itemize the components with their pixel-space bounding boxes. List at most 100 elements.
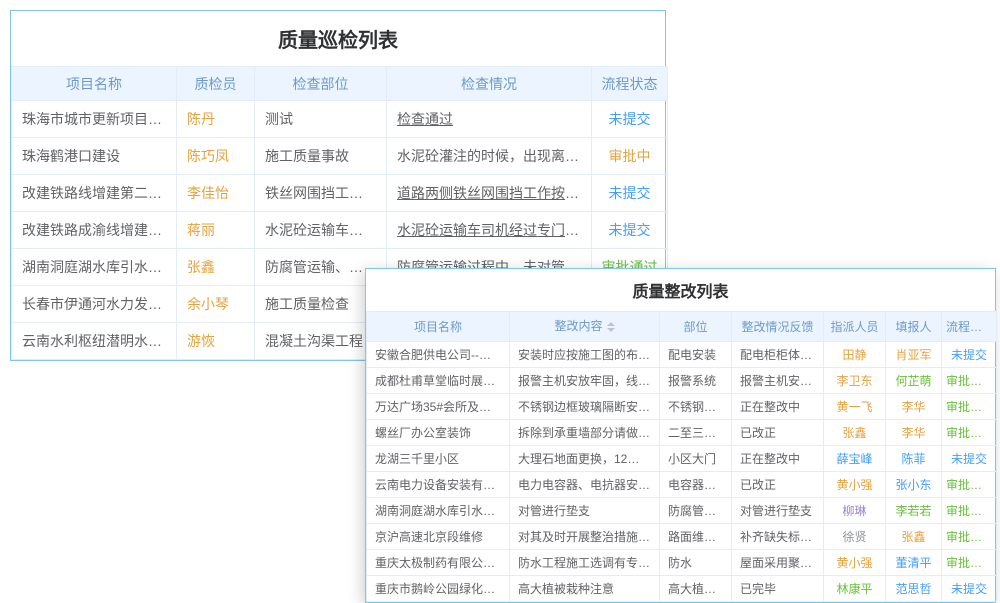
col-header-part: 部位 xyxy=(660,312,732,342)
table-row: 珠海市城市更新项目紫... 陈丹 测试 检查通过 未提交 xyxy=(12,101,668,138)
project-link[interactable]: 长春市伊通河水力发电... xyxy=(12,286,177,323)
reporter-name: 何芷萌 xyxy=(886,368,942,394)
project-link[interactable]: 重庆市鹅岭公园绿化景观提升... xyxy=(367,576,510,602)
col-header-content[interactable]: 整改内容 xyxy=(510,312,660,342)
part-cell: 不锈钢安装... xyxy=(660,394,732,420)
project-link[interactable]: 京沪高速北京段维修 xyxy=(367,524,510,550)
status-label: 未提交 xyxy=(942,342,997,368)
assignee-name: 黄一飞 xyxy=(824,394,886,420)
rectify-content-cell: 高大植被栽种注意 xyxy=(510,576,660,602)
rectify-content-cell: 电力电容器、电抗器安装方案,... xyxy=(510,472,660,498)
rectify-content-cell: 大理石地面更换，12月31日之... xyxy=(510,446,660,472)
status-label: 审批通过 xyxy=(942,550,997,576)
part-cell: 防腐管运输... xyxy=(660,498,732,524)
check-detail-cell: 道路两侧铁丝网围挡工作按设计... xyxy=(387,175,592,212)
table-row: 云南电力设备安装有限公司20... 电力电容器、电抗器安装方案,... 电容器安… xyxy=(367,472,997,498)
project-link[interactable]: 龙湖三千里小区 xyxy=(367,446,510,472)
part-cell: 路面维修检... xyxy=(660,524,732,550)
inspection-header-row: 项目名称 质检员 检查部位 检查情况 流程状态 xyxy=(12,67,668,101)
project-link[interactable]: 安徽合肥供电公司--配电设备... xyxy=(367,342,510,368)
part-cell: 电容器安装... xyxy=(660,472,732,498)
feedback-cell: 已完毕 xyxy=(732,576,824,602)
assignee-name: 徐贤 xyxy=(824,524,886,550)
project-link[interactable]: 珠海市城市更新项目紫... xyxy=(12,101,177,138)
project-link[interactable]: 成都杜甫草堂临时展厅独立展... xyxy=(367,368,510,394)
rectify-content-cell: 拆除到承重墙部分请做好加固... xyxy=(510,420,660,446)
feedback-cell: 报警主机安放... xyxy=(732,368,824,394)
part-cell: 报警系统 xyxy=(660,368,732,394)
col-header-project: 项目名称 xyxy=(367,312,510,342)
project-link[interactable]: 改建铁路成渝线增建第... xyxy=(12,212,177,249)
project-link[interactable]: 湖南洞庭湖水库引水工程施工I标 xyxy=(367,498,510,524)
check-detail-cell: 水泥砼运输车司机经过专门培训... xyxy=(387,212,592,249)
status-label: 审批通过 xyxy=(942,498,997,524)
col-header-project: 项目名称 xyxy=(12,67,177,101)
check-detail-cell: 水泥砼灌注的时候，出现离析现象 xyxy=(387,138,592,175)
rectify-panel-title: 质量整改列表 xyxy=(366,269,995,311)
col-header-location: 检查部位 xyxy=(255,67,387,101)
project-link[interactable]: 云南水利枢纽潜明水库... xyxy=(12,323,177,360)
project-link[interactable]: 改建铁路线增建第二线... xyxy=(12,175,177,212)
rectify-content-cell: 安装时应按施工图的布置，将... xyxy=(510,342,660,368)
feedback-cell: 已改正 xyxy=(732,420,824,446)
project-link[interactable]: 螺丝厂办公室装饰 xyxy=(367,420,510,446)
status-label: 未提交 xyxy=(592,101,668,138)
reporter-name: 董清平 xyxy=(886,550,942,576)
table-row: 改建铁路成渝线增建第... 蒋丽 水泥砼运输车检查 水泥砼运输车司机经过专门培训… xyxy=(12,212,668,249)
table-row: 成都杜甫草堂临时展厅独立展... 报警主机安放牢固，线缆连接... 报警系统 报… xyxy=(367,368,997,394)
assignee-name: 黄小强 xyxy=(824,550,886,576)
inspector-name: 张鑫 xyxy=(177,249,255,286)
rectify-content-cell: 防水工程施工选调有专业资质... xyxy=(510,550,660,576)
part-cell: 防水 xyxy=(660,550,732,576)
reporter-name: 李若若 xyxy=(886,498,942,524)
rectify-content-cell: 不锈钢边框玻璃隔断安装不牢... xyxy=(510,394,660,420)
status-label: 审批通过 xyxy=(942,420,997,446)
status-label: 未提交 xyxy=(942,576,997,602)
col-header-content-label: 整改内容 xyxy=(554,319,602,333)
rectify-content-cell: 对其及时开展整治措施，桥头... xyxy=(510,524,660,550)
reporter-name: 李华 xyxy=(886,394,942,420)
status-label: 审批通过 xyxy=(942,524,997,550)
assignee-name: 薛宝峰 xyxy=(824,446,886,472)
col-header-feedback: 整改情况反馈 xyxy=(732,312,824,342)
sort-icon[interactable] xyxy=(607,318,615,336)
status-label: 未提交 xyxy=(592,175,668,212)
inspector-name: 陈丹 xyxy=(177,101,255,138)
assignee-name: 柳琳 xyxy=(824,498,886,524)
inspector-name: 陈巧凤 xyxy=(177,138,255,175)
project-link[interactable]: 湖南洞庭湖水库引水工... xyxy=(12,249,177,286)
table-row: 重庆市鹅岭公园绿化景观提升... 高大植被栽种注意 高大植被栽种 已完毕 林康平… xyxy=(367,576,997,602)
reporter-name: 李华 xyxy=(886,420,942,446)
assignee-name: 张鑫 xyxy=(824,420,886,446)
assignee-name: 林康平 xyxy=(824,576,886,602)
project-link[interactable]: 万达广场35#会所及咖啡厅空... xyxy=(367,394,510,420)
check-location-cell: 水泥砼运输车检查 xyxy=(255,212,387,249)
rectify-content-cell: 报警主机安放牢固，线缆连接... xyxy=(510,368,660,394)
inspection-panel-title: 质量巡检列表 xyxy=(11,11,665,66)
check-location-cell: 施工质量事故 xyxy=(255,138,387,175)
project-link[interactable]: 珠海鹤港口建设 xyxy=(12,138,177,175)
col-header-detail: 检查情况 xyxy=(387,67,592,101)
reporter-name: 张小东 xyxy=(886,472,942,498)
table-row: 龙湖三千里小区 大理石地面更换，12月31日之... 小区大门 正在整改中 薛宝… xyxy=(367,446,997,472)
col-header-status: 流程状态 xyxy=(942,312,997,342)
check-detail-cell: 检查通过 xyxy=(387,101,592,138)
col-header-assignee: 指派人员 xyxy=(824,312,886,342)
table-row: 珠海鹤港口建设 陈巧凤 施工质量事故 水泥砼灌注的时候，出现离析现象 审批中 xyxy=(12,138,668,175)
project-link[interactable]: 重庆太极制药有限公司亳州中... xyxy=(367,550,510,576)
feedback-cell: 正在整改中 xyxy=(732,446,824,472)
reporter-name: 陈菲 xyxy=(886,446,942,472)
rectify-table: 项目名称 整改内容 部位 整改情况反馈 指派人员 填报人 流程状态 安徽合肥供电… xyxy=(366,311,997,602)
table-row: 湖南洞庭湖水库引水工程施工I标 对管进行垫支 防腐管运输... 对管进行垫支 柳… xyxy=(367,498,997,524)
rectify-header-row: 项目名称 整改内容 部位 整改情况反馈 指派人员 填报人 流程状态 xyxy=(367,312,997,342)
part-cell: 高大植被栽种 xyxy=(660,576,732,602)
check-location-cell: 铁丝网围挡工作检查 xyxy=(255,175,387,212)
reporter-name: 张鑫 xyxy=(886,524,942,550)
col-header-reporter: 填报人 xyxy=(886,312,942,342)
part-cell: 小区大门 xyxy=(660,446,732,472)
feedback-cell: 补齐缺失标志... xyxy=(732,524,824,550)
project-link[interactable]: 云南电力设备安装有限公司20... xyxy=(367,472,510,498)
table-row: 万达广场35#会所及咖啡厅空... 不锈钢边框玻璃隔断安装不牢... 不锈钢安装… xyxy=(367,394,997,420)
status-label: 审批通过 xyxy=(942,472,997,498)
status-label: 未提交 xyxy=(942,446,997,472)
